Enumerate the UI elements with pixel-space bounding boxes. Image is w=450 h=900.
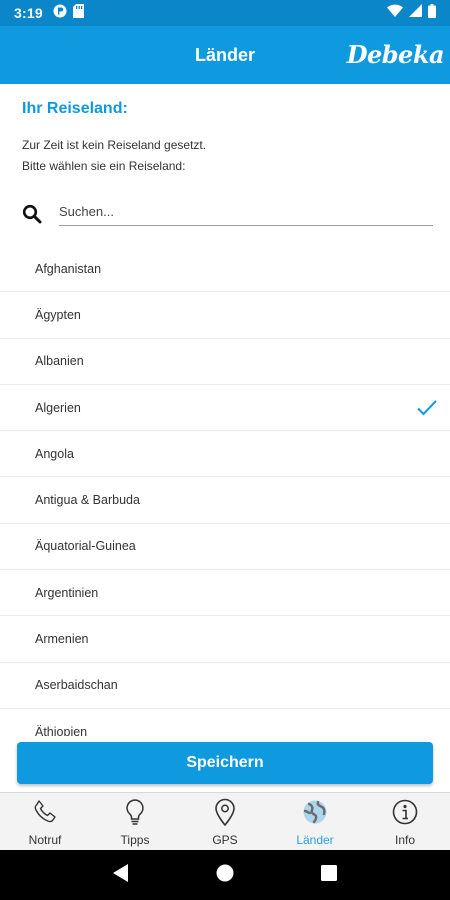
recents-icon[interactable]	[320, 864, 337, 886]
nav-label: Tipps	[120, 833, 150, 847]
country-item[interactable]: Afghanistan	[0, 246, 450, 293]
search-icon[interactable]	[22, 204, 42, 224]
wifi-icon	[387, 4, 403, 22]
info-text-instruction: Bitte wählen sie ein Reiseland:	[22, 159, 186, 173]
country-item[interactable]: Antigua & Barbuda	[0, 477, 450, 524]
signal-icon	[409, 4, 422, 22]
country-name: Argentinien	[35, 585, 99, 600]
country-name: Ägypten	[35, 307, 81, 322]
status-time: 3:19	[14, 5, 43, 21]
search-row	[0, 196, 450, 230]
nav-item-3[interactable]: Länder	[270, 793, 360, 850]
status-bar: 3:19	[0, 0, 450, 26]
country-name: Armenien	[35, 632, 89, 647]
checkmark-icon	[417, 399, 437, 417]
battery-icon	[428, 3, 436, 23]
nav-item-0[interactable]: Notruf	[0, 793, 90, 850]
country-item[interactable]: Armenien	[0, 616, 450, 663]
country-item[interactable]: Algerien	[0, 385, 450, 432]
country-name: Angola	[35, 446, 74, 461]
status-right-icons	[387, 3, 436, 23]
privacy-icon	[53, 4, 67, 23]
lightbulb-icon	[121, 798, 149, 831]
status-left-icons	[53, 3, 84, 23]
country-item[interactable]: Aserbaidschan	[0, 663, 450, 709]
country-item[interactable]: Ägypten	[0, 292, 450, 339]
nav-label: Länder	[296, 833, 334, 847]
home-icon[interactable]	[216, 864, 234, 887]
phone-icon	[31, 798, 59, 831]
country-item[interactable]: Angola	[0, 431, 450, 478]
page-title: Länder	[194, 44, 255, 65]
search-input[interactable]	[59, 198, 433, 226]
country-item[interactable]: Argentinien	[0, 570, 450, 617]
nav-item-4[interactable]: Info	[360, 793, 450, 850]
section-heading: Ihr Reiseland:	[22, 100, 128, 117]
country-name: Albanien	[35, 354, 84, 369]
location-pin-icon	[211, 798, 239, 831]
info-icon	[391, 798, 419, 831]
info-text-current: Zur Zeit ist kein Reiseland gesetzt.	[22, 138, 207, 152]
nav-label: GPS	[212, 833, 238, 847]
back-icon[interactable]	[113, 863, 129, 887]
country-list: Afghanistan Ägypten Albanien Algerien Angola…	[0, 246, 450, 736]
nav-label: Info	[394, 833, 415, 847]
bottom-nav: Notruf Tipps GPS Länder Info	[0, 792, 450, 850]
nav-label: Notruf	[28, 833, 62, 847]
save-button[interactable]: Speichern	[17, 742, 433, 784]
country-name: Äquatorial-Guinea	[35, 539, 136, 554]
globe-icon	[301, 798, 329, 831]
country-name: Algerien	[35, 400, 81, 415]
country-name: Äthiopien	[35, 724, 88, 736]
brand-logo: Debeka	[346, 40, 445, 69]
country-name: Antigua & Barbuda	[35, 493, 140, 508]
country-item[interactable]: Äquatorial-Guinea	[0, 524, 450, 571]
system-nav-bar	[0, 850, 450, 900]
nav-item-1[interactable]: Tipps	[90, 793, 180, 850]
country-name: Afghanistan	[35, 261, 102, 276]
country-item[interactable]: Äthiopien	[0, 709, 450, 736]
storage-icon	[72, 3, 84, 23]
country-name: Aserbaidschan	[35, 678, 118, 693]
nav-item-2[interactable]: GPS	[180, 793, 270, 850]
app-bar: Länder Debeka	[0, 26, 450, 84]
country-item[interactable]: Albanien	[0, 339, 450, 385]
